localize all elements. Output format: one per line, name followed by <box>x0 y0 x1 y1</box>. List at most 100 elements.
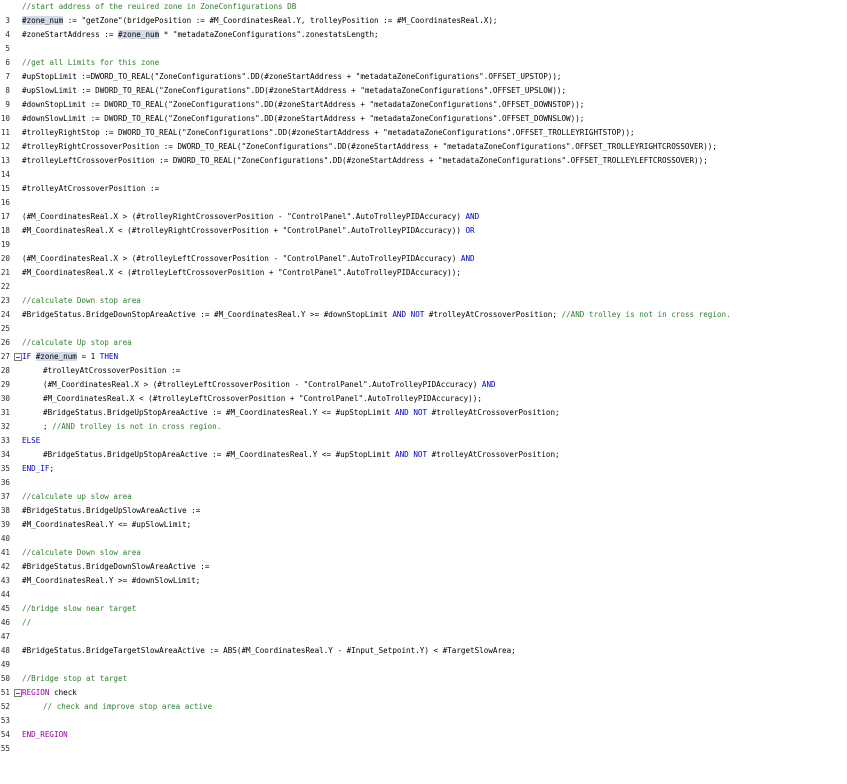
keyword: AND <box>481 380 496 389</box>
code-line[interactable]: 28 IF #zone_num = 1 THEN <box>0 350 847 375</box>
code-line[interactable]: 9 #upSlowLimit := DWORD_TO_REAL("ZoneCon… <box>0 84 847 109</box>
keyword: NOT <box>413 450 428 459</box>
comment-text: //get all Limits for this zone <box>22 58 160 67</box>
code-line[interactable]: 37 <box>0 476 847 501</box>
keyword: AND <box>392 310 407 319</box>
code-line[interactable]: 8 #upStopLimit :=DWORD_TO_REAL("ZoneConf… <box>0 70 847 95</box>
code-line[interactable]: 31 #M_CoordinatesReal.X < (#trolleyLeftC… <box>0 392 847 417</box>
code-line[interactable]: 5 #zoneStartAddress := #zone_num * "meta… <box>0 28 847 53</box>
region-keyword: REGION <box>22 688 50 697</box>
code-line[interactable]: 41 <box>0 532 847 557</box>
code-line[interactable]: 35 #BridgeStatus.BridgeUpStopAreaActive … <box>0 448 847 473</box>
code-text: (#M_CoordinatesReal.X > (#trolleyRightCr… <box>22 210 479 224</box>
fold-toggle-icon[interactable] <box>14 689 22 697</box>
code-line[interactable]: 40 #M_CoordinatesReal.Y <= #upSlowLimit; <box>0 518 847 543</box>
comment-text: //start address of the reuired zone in Z… <box>22 2 297 11</box>
code-text: #BridgeStatus.BridgeUpStopAreaActive := … <box>43 448 560 462</box>
code-fragment: * "metadataZoneConfigurations".zonestats… <box>159 30 379 39</box>
code-line[interactable]: 25 #BridgeStatus.BridgeDownStopAreaActiv… <box>0 308 847 333</box>
code-text: #downSlowLimit := DWORD_TO_REAL("ZoneCon… <box>22 114 585 123</box>
keyword: ELSE <box>22 436 41 445</box>
code-line[interactable]: 6 <box>0 42 847 67</box>
comment-text: // <box>22 618 32 627</box>
code-line[interactable]: 43 #BridgeStatus.BridgeDownSlowAreaActiv… <box>0 560 847 585</box>
code-fragment: := "getZone"(bridgePosition := #M_Coordi… <box>63 16 498 25</box>
code-fragment: #trolleyAtCrossoverPosition; <box>424 310 562 319</box>
code-line[interactable]: 38 //calculate up slow area <box>0 490 847 515</box>
code-line[interactable]: 44 #M_CoordinatesReal.Y >= #downSlowLimi… <box>0 574 847 599</box>
code-line[interactable]: 20 <box>0 238 847 263</box>
comment-text: //calculate Up stop area <box>22 338 132 347</box>
code-text: #upStopLimit :=DWORD_TO_REAL("ZoneConfig… <box>22 72 562 81</box>
code-line[interactable]: 33 ; //AND trolley is not in cross regio… <box>0 420 847 445</box>
code-text: #M_CoordinatesReal.X < (#trolleyLeftCros… <box>43 394 482 403</box>
code-fragment: #BridgeStatus.BridgeUpStopAreaActive := … <box>43 450 396 459</box>
comment-text: //calculate Down stop area <box>22 296 141 305</box>
comment-text: //calculate Down slow area <box>22 548 141 557</box>
code-line[interactable]: 14 #trolleyLeftCrossoverPosition := DWOR… <box>0 154 847 179</box>
code-text: #zone_num := "getZone"(bridgePosition :=… <box>22 14 497 28</box>
keyword: OR <box>465 226 475 235</box>
code-fragment: (#M_CoordinatesReal.X > (#trolleyRightCr… <box>22 212 466 221</box>
code-line[interactable]: 48 <box>0 630 847 655</box>
code-line[interactable]: 54 <box>0 714 847 739</box>
code-line[interactable]: 17 <box>0 196 847 221</box>
code-line[interactable]: 36 END_IF; <box>0 462 847 487</box>
keyword: AND <box>395 408 409 417</box>
code-line[interactable]: 26 <box>0 322 847 347</box>
code-line[interactable]: 15 <box>0 168 847 193</box>
line-number: 55 <box>0 744 10 753</box>
code-line[interactable]: 52 REGION check <box>0 686 847 711</box>
code-line[interactable]: 45 <box>0 588 847 613</box>
code-line[interactable]: 10 #downStopLimit := DWORD_TO_REAL("Zone… <box>0 98 847 123</box>
code-line[interactable]: 29 #trolleyAtCrossoverPosition := <box>0 364 847 389</box>
code-text: #trolleyAtCrossoverPosition := <box>43 366 181 375</box>
code-line[interactable]: 22 #M_CoordinatesReal.X < (#trolleyLeftC… <box>0 266 847 291</box>
code-text: #BridgeStatus.BridgeDownSlowAreaActive :… <box>22 562 210 571</box>
code-line[interactable]: 42 //calculate Down slow area <box>0 546 847 571</box>
fold-toggle-icon[interactable] <box>14 353 22 361</box>
code-text: IF #zone_num = 1 THEN <box>22 350 118 364</box>
keyword: THEN <box>99 352 119 361</box>
code-line[interactable]: 13 #trolleyRightCrossoverPosition := DWO… <box>0 140 847 165</box>
code-line[interactable]: 4 #zone_num := "getZone"(bridgePosition … <box>0 14 847 39</box>
code-fragment: ; <box>49 464 55 473</box>
code-line[interactable]: 32 #BridgeStatus.BridgeUpStopAreaActive … <box>0 406 847 431</box>
code-fragment: #M_CoordinatesReal.X < (#trolleyRightCro… <box>22 226 466 235</box>
code-line[interactable]: 53 // check and improve stop area active <box>0 700 847 725</box>
code-line[interactable]: 19 #M_CoordinatesReal.X < (#trolleyRight… <box>0 224 847 249</box>
code-line[interactable]: 11 #downSlowLimit := DWORD_TO_REAL("Zone… <box>0 112 847 137</box>
code-line[interactable]: 50 <box>0 658 847 683</box>
code-text: #BridgeStatus.BridgeTargetSlowAreaActive… <box>22 646 516 655</box>
code-line[interactable]: 47 // <box>0 616 847 641</box>
code-text: #upSlowLimit := DWORD_TO_REAL("ZoneConfi… <box>22 86 567 95</box>
code-line[interactable]: 7 //get all Limits for this zone <box>0 56 847 81</box>
code-text: (#M_CoordinatesReal.X > (#trolleyLeftCro… <box>43 378 496 392</box>
code-line[interactable]: 27 //calculate Up stop area <box>0 336 847 361</box>
code-text: #trolleyRightStop := DWORD_TO_REAL("Zone… <box>22 128 635 137</box>
code-line[interactable]: 49 #BridgeStatus.BridgeTargetSlowAreaAct… <box>0 644 847 669</box>
code-line[interactable]: 30 (#M_CoordinatesReal.X > (#trolleyLeft… <box>0 378 847 403</box>
code-line[interactable]: 3 //start address of the reuired zone in… <box>0 0 847 25</box>
comment-text: //calculate up slow area <box>22 492 132 501</box>
code-line[interactable]: 16 #trolleyAtCrossoverPosition := <box>0 182 847 207</box>
code-fragment: #BridgeStatus.BridgeUpStopAreaActive := … <box>43 408 396 417</box>
code-line[interactable]: 46 //bridge slow near target <box>0 602 847 627</box>
code-fragment: #trolleyAtCrossoverPosition; <box>427 408 560 417</box>
keyword: AND <box>395 450 409 459</box>
code-line[interactable]: 24 //calculate Down stop area <box>0 294 847 319</box>
code-text: #M_CoordinatesReal.Y >= #downSlowLimit; <box>22 576 201 585</box>
code-editor[interactable]: 3 //start address of the reuired zone in… <box>0 0 847 753</box>
code-line[interactable]: 12 #trolleyRightStop := DWORD_TO_REAL("Z… <box>0 126 847 151</box>
code-line[interactable]: 21 (#M_CoordinatesReal.X > (#trolleyLeft… <box>0 252 847 277</box>
code-line[interactable]: 18 (#M_CoordinatesReal.X > (#trolleyRigh… <box>0 210 847 235</box>
keyword: END_IF <box>22 464 50 473</box>
code-line[interactable]: 51 //Bridge stop at target <box>0 672 847 697</box>
code-line[interactable]: 55 END_REGION <box>0 728 847 753</box>
comment-text: //AND trolley is not in cross region. <box>52 422 222 431</box>
code-text: END_IF; <box>22 462 54 476</box>
code-line[interactable]: 34 ELSE <box>0 434 847 459</box>
code-fragment: = 1 <box>76 352 100 361</box>
code-line[interactable]: 23 <box>0 280 847 305</box>
code-line[interactable]: 39 #BridgeStatus.BridgeUpSlowAreaActive … <box>0 504 847 529</box>
